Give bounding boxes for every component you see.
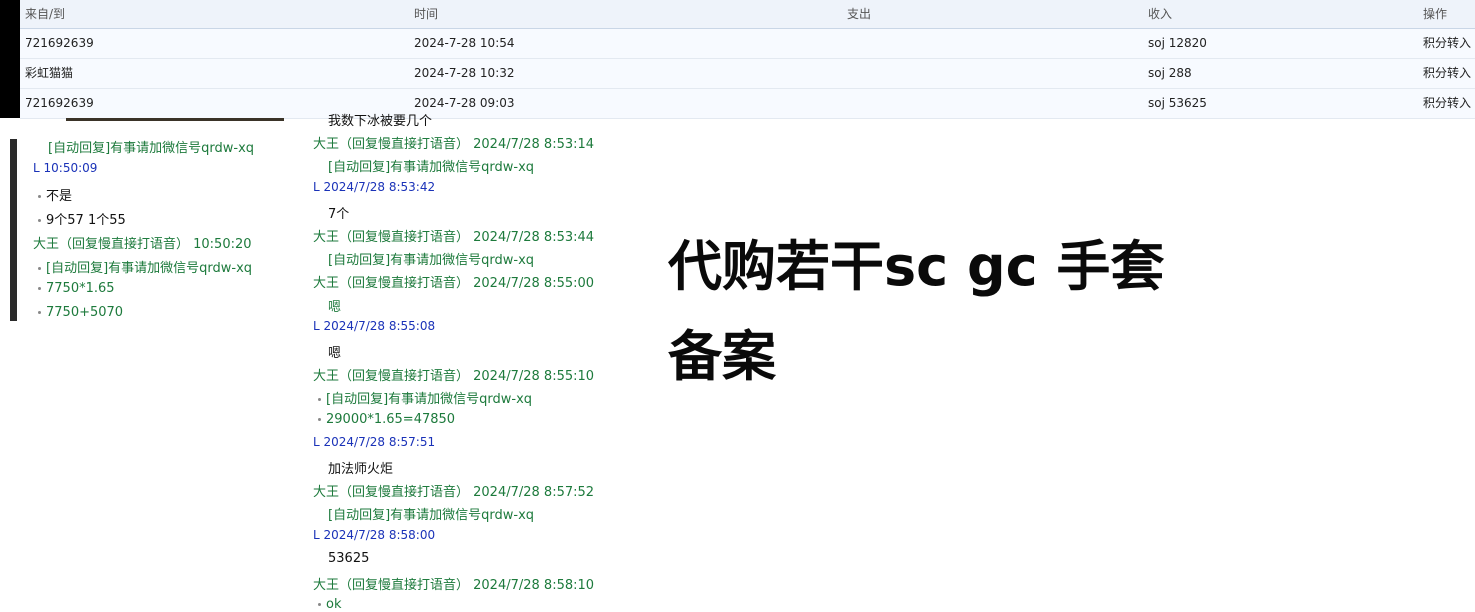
column-header-in[interactable]: 收入 xyxy=(1148,0,1172,28)
chat-line-text: 大王（回复慢直接打语音） 2024/7/28 8:53:14 xyxy=(313,137,595,153)
bullet-dot xyxy=(38,311,41,314)
chat-line: L 2024/7/28 8:53:42 xyxy=(313,180,435,194)
quote-bar xyxy=(10,139,17,321)
cell-time: 2024-7-28 10:32 xyxy=(414,66,515,80)
bullet-dot xyxy=(38,287,41,290)
chat-line-text: 大王（回复慢直接打语音） 2024/7/28 8:57:52 xyxy=(313,485,595,501)
chat-line-text: L 2024/7/28 8:53:42 xyxy=(313,179,436,194)
column-header-op[interactable]: 操作 xyxy=(1423,0,1447,28)
chat-line-text: 嗯 xyxy=(328,299,342,315)
chat-line: 大王（回复慢直接打语音） 10:50:20 xyxy=(33,233,252,252)
chat-line: L 2024/7/28 8:57:51 xyxy=(313,435,435,449)
chat-line: 大王（回复慢直接打语音） 2024/7/28 8:53:44 xyxy=(313,226,594,245)
chat-line-text: L 2024/7/28 8:57:51 xyxy=(313,434,436,449)
chat-line: 大王（回复慢直接打语音） 2024/7/28 8:53:14 xyxy=(313,133,594,152)
points-transfer-table: 来自/到 时间 支出 收入 操作 721692639 2024-7-28 10:… xyxy=(20,0,1475,119)
chat-line: 不是 xyxy=(38,185,72,204)
table-row[interactable]: 彩虹猫猫 2024-7-28 10:32 soj 288 积分转入 xyxy=(20,59,1475,89)
chat-line-text: L 10:50:09 xyxy=(33,161,98,175)
column-header-from[interactable]: 来自/到 xyxy=(25,0,65,28)
cell-from: 彩虹猫猫 xyxy=(25,66,74,80)
chat-line: 嗯 xyxy=(328,296,341,315)
left-dark-strip xyxy=(0,0,20,118)
bullet-dot xyxy=(318,398,321,402)
cropped-image-strip xyxy=(66,118,284,121)
chat-line-text: 大王（回复慢直接打语音） 2024/7/28 8:55:10 xyxy=(313,369,595,385)
chat-line: 大王（回复慢直接打语音） 2024/7/28 8:57:52 xyxy=(313,481,594,500)
chat-line: [自动回复]有事请加微信号qrdw-xq xyxy=(328,249,534,268)
chat-line: [自动回复]有事请加微信号qrdw-xq xyxy=(38,257,252,276)
chat-line-text: 7750+5070 xyxy=(46,305,124,320)
chat-line-text: [自动回复]有事请加微信号qrdw-xq xyxy=(328,160,535,176)
column-header-time[interactable]: 时间 xyxy=(414,0,438,28)
chat-line-text: [自动回复]有事请加微信号qrdw-xq xyxy=(328,253,535,269)
cell-op: 积分转入 xyxy=(1423,36,1472,50)
cell-from: 721692639 xyxy=(25,36,94,50)
chat-line: 53625 xyxy=(328,551,369,566)
cell-in: soj 53625 xyxy=(1148,96,1207,110)
chat-line-text: [自动回复]有事请加微信号qrdw-xq xyxy=(326,392,533,408)
chat-line-text: 大王（回复慢直接打语音） 2024/7/28 8:53:44 xyxy=(313,230,595,245)
chat-line: [自动回复]有事请加微信号qrdw-xq xyxy=(318,388,532,407)
chat-line: 7750+5070 xyxy=(38,305,123,320)
chat-line: 大王（回复慢直接打语音） 2024/7/28 8:55:10 xyxy=(313,365,594,384)
column-header-out[interactable]: 支出 xyxy=(847,0,871,28)
headline-line-2: 备案 xyxy=(668,325,776,388)
chat-line-text: 7750*1.65 xyxy=(46,281,115,296)
chat-line-text: 大王（回复慢直接打语音） 2024/7/28 8:55:00 xyxy=(313,276,595,292)
chat-line: [自动回复]有事请加微信号qrdw-xq xyxy=(48,137,254,156)
chat-line-text: ok xyxy=(326,597,342,612)
chat-line: 7个 xyxy=(328,203,349,222)
chat-line: [自动回复]有事请加微信号qrdw-xq xyxy=(328,156,534,175)
chat-line-text: L 2024/7/28 8:58:00 xyxy=(313,527,436,542)
chat-line: 大王（回复慢直接打语音） 2024/7/28 8:58:10 xyxy=(313,574,594,593)
chat-line: L 2024/7/28 8:58:00 xyxy=(313,528,435,542)
cell-in: soj 288 xyxy=(1148,66,1192,80)
chat-line-text: 53625 xyxy=(328,550,370,566)
table-row[interactable]: 721692639 2024-7-28 09:03 soj 53625 积分转入 xyxy=(20,89,1475,119)
chat-line-text: L 2024/7/28 8:55:08 xyxy=(313,318,436,333)
chat-line: 9个57 1个55 xyxy=(38,209,126,228)
chat-line-text: [自动回复]有事请加微信号qrdw-xq xyxy=(328,508,535,524)
chat-line: 大王（回复慢直接打语音） 2024/7/28 8:55:00 xyxy=(313,272,594,291)
cell-op: 积分转入 xyxy=(1423,96,1472,110)
cell-in: soj 12820 xyxy=(1148,36,1207,50)
chat-line: 加法师火炬 xyxy=(328,458,393,477)
table-header-row: 来自/到 时间 支出 收入 操作 xyxy=(20,0,1475,29)
chat-line-text: 大王（回复慢直接打语音） 2024/7/28 8:58:10 xyxy=(313,578,595,593)
chat-line-text: 加法师火炬 xyxy=(328,462,394,477)
bullet-dot xyxy=(318,603,321,607)
chat-line: L 2024/7/28 8:55:08 xyxy=(313,319,435,333)
chat-line: 29000*1.65=47850 xyxy=(318,412,455,427)
chat-line-text: 9个57 1个55 xyxy=(46,213,126,228)
chat-line: 7750*1.65 xyxy=(38,281,115,296)
chat-line: L 10:50:09 xyxy=(33,161,97,175)
chat-line: ok xyxy=(318,597,341,612)
headline-line-1: 代购若干sc gc 手套 xyxy=(668,235,1165,298)
chat-line: 嗯 xyxy=(328,342,341,361)
chat-line-text: 29000*1.65=47850 xyxy=(326,411,456,427)
chat-line: [自动回复]有事请加微信号qrdw-xq xyxy=(328,504,534,523)
bullet-dot xyxy=(38,195,41,198)
chat-line-text: [自动回复]有事请加微信号qrdw-xq xyxy=(46,261,253,276)
chat-line-text: 大王（回复慢直接打语音） 10:50:20 xyxy=(33,237,252,252)
bullet-dot xyxy=(38,267,41,270)
bullet-dot xyxy=(318,417,321,421)
chat-line-text: 我数下冰被要几个 xyxy=(328,114,433,129)
cell-from: 721692639 xyxy=(25,96,94,110)
chat-line-text: 不是 xyxy=(46,189,73,204)
chat-line: 我数下冰被要几个 xyxy=(328,110,432,129)
cell-time: 2024-7-28 10:54 xyxy=(414,36,515,50)
table-row[interactable]: 721692639 2024-7-28 10:54 soj 12820 积分转入 xyxy=(20,29,1475,59)
chat-line-text: 嗯 xyxy=(328,346,342,361)
headline: 代购若干sc gc 手套 备案 xyxy=(668,222,1188,402)
bullet-dot xyxy=(38,219,41,222)
chat-line-text: [自动回复]有事请加微信号qrdw-xq xyxy=(48,141,255,156)
chat-line-text: 7个 xyxy=(328,206,350,222)
cell-op: 积分转入 xyxy=(1423,66,1472,80)
